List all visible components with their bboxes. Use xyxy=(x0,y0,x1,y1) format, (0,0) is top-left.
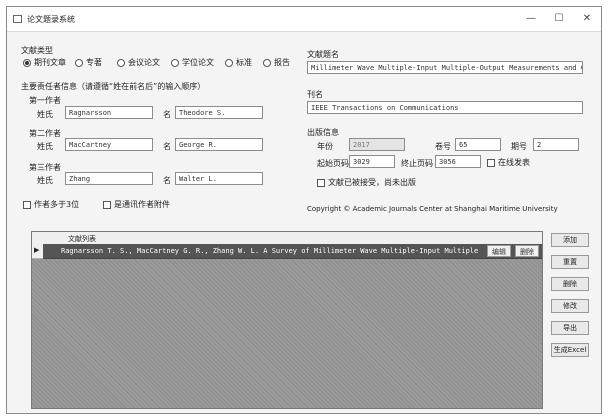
author1-surname-input[interactable]: Ragnarsson xyxy=(65,106,153,119)
modify-button[interactable]: 修改 xyxy=(551,299,589,313)
checkbox-box xyxy=(317,178,325,187)
checkbox-label: 文献已被接受，尚未出版 xyxy=(328,178,416,187)
issue-label: 期号 xyxy=(511,142,527,151)
author2-given-label: 名 xyxy=(163,142,171,151)
author1-surname-label: 姓氏 xyxy=(37,110,53,119)
delete-button[interactable]: 删除 xyxy=(551,277,589,291)
checkbox-box xyxy=(23,200,31,209)
pub-info-label: 出版信息 xyxy=(307,128,339,137)
author3-given-label: 名 xyxy=(163,176,171,185)
online-checkbox[interactable]: 在线发表 xyxy=(487,157,530,168)
start-page-input[interactable]: 3029 xyxy=(349,155,395,168)
end-page-input[interactable]: 3056 xyxy=(435,155,481,168)
radio-label: 标准 xyxy=(236,58,252,67)
radio-label: 学位论文 xyxy=(182,58,214,67)
doc-title-input[interactable]: Millimeter Wave Multiple-Input Multiple-… xyxy=(307,61,583,74)
window-title: 论文题录系统 xyxy=(27,15,75,24)
doctype-radio-standard[interactable]: 标准 xyxy=(225,57,252,68)
author1-given-label: 名 xyxy=(163,110,171,119)
more-authors-checkbox[interactable]: 作者多于3位 xyxy=(23,199,79,210)
author1-label: 第一作者 xyxy=(29,96,61,105)
doc-title-label: 文献题名 xyxy=(307,50,339,59)
reset-button[interactable]: 重置 xyxy=(551,255,589,269)
author3-surname-label: 姓氏 xyxy=(37,176,53,185)
radio-dot xyxy=(117,58,125,67)
close-button[interactable]: ✕ xyxy=(573,11,601,27)
doctype-radio-thesis[interactable]: 学位论文 xyxy=(171,57,214,68)
author3-given-input[interactable]: Walter L. xyxy=(175,172,263,185)
table-row[interactable]: Ragnarsson T. S., MacCartney G. R., Zhan… xyxy=(43,244,542,259)
doctype-radio-report[interactable]: 报告 xyxy=(263,57,290,68)
table-header-title: 文献列表 xyxy=(68,235,96,243)
minimize-button[interactable]: — xyxy=(517,11,545,27)
checkbox-label: 是通讯作者附件 xyxy=(114,200,170,209)
author2-label: 第二作者 xyxy=(29,129,61,138)
issue-input[interactable]: 2 xyxy=(533,138,579,151)
app-icon xyxy=(13,15,22,23)
radio-label: 期刊文章 xyxy=(34,58,66,67)
authors-hint: 主要责任者信息（请遵循“姓在前名后”的输入顺序） xyxy=(21,82,206,91)
checkbox-box xyxy=(487,158,495,167)
radio-label: 专著 xyxy=(86,58,102,67)
copyright-text: Copyright © Academic Journals Center at … xyxy=(307,205,558,213)
author3-label: 第三作者 xyxy=(29,163,61,172)
author1-given-input[interactable]: Theodore S. xyxy=(175,106,263,119)
year-label: 年份 xyxy=(317,142,333,151)
volume-input[interactable]: 65 xyxy=(455,138,501,151)
checkbox-label: 在线发表 xyxy=(498,158,530,167)
corresponding-checkbox[interactable]: 是通讯作者附件 xyxy=(103,199,170,210)
radio-dot xyxy=(225,58,233,67)
author2-surname-input[interactable]: MacCartney xyxy=(65,138,153,151)
radio-dot xyxy=(263,58,271,67)
journal-label: 刊名 xyxy=(307,90,323,99)
checkbox-box xyxy=(103,200,111,209)
checkbox-label: 作者多于3位 xyxy=(34,200,80,209)
row-pointer-icon: ▶ xyxy=(34,246,40,254)
doctype-radio-conference[interactable]: 会议论文 xyxy=(117,57,160,68)
journal-input[interactable]: IEEE Transactions on Communications xyxy=(307,101,583,114)
app-window: 论文题录系统 — ☐ ✕ 文献类型 期刊文章 专著 会议论文 学位论文 标准 报… xyxy=(6,6,602,414)
table-cell-citation: Ragnarsson T. S., MacCartney G. R., Zhan… xyxy=(61,247,479,255)
maximize-button[interactable]: ☐ xyxy=(545,11,573,27)
doctype-radio-journal[interactable]: 期刊文章 xyxy=(23,57,66,68)
title-bar: 论文题录系统 — ☐ ✕ xyxy=(7,7,601,32)
doc-type-label: 文献类型 xyxy=(21,46,53,55)
end-page-label: 终止页码 xyxy=(401,159,433,168)
volume-label: 卷号 xyxy=(435,142,451,151)
doctype-radio-book[interactable]: 专著 xyxy=(75,57,102,68)
radio-label: 报告 xyxy=(274,58,290,67)
generate-excel-button[interactable]: 生成Excel xyxy=(551,343,589,357)
add-button[interactable]: 添加 xyxy=(551,233,589,247)
radio-dot xyxy=(75,58,83,67)
export-button[interactable]: 导出 xyxy=(551,321,589,335)
author3-surname-input[interactable]: Zhang xyxy=(65,172,153,185)
radio-dot xyxy=(23,58,31,67)
row-edit-button[interactable]: 编辑 xyxy=(487,245,511,257)
radio-label: 会议论文 xyxy=(128,58,160,67)
start-page-label: 起始页码 xyxy=(317,159,349,168)
radio-dot xyxy=(171,58,179,67)
accepted-checkbox[interactable]: 文献已被接受，尚未出版 xyxy=(317,177,416,188)
row-delete-button[interactable]: 删除 xyxy=(515,245,539,257)
document-table: 文献列表 ▶ Ragnarsson T. S., MacCartney G. R… xyxy=(31,231,543,409)
year-input[interactable]: 2017 xyxy=(349,138,405,151)
author2-surname-label: 姓氏 xyxy=(37,142,53,151)
author2-given-input[interactable]: George R. xyxy=(175,138,263,151)
